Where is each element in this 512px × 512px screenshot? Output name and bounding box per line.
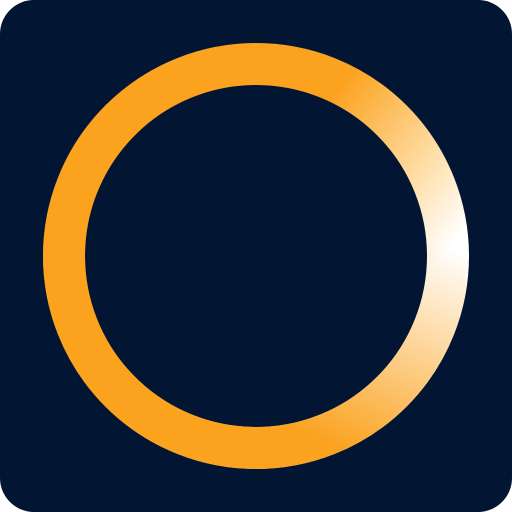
app-icon bbox=[0, 0, 512, 512]
app-icon-graphic bbox=[0, 0, 512, 512]
